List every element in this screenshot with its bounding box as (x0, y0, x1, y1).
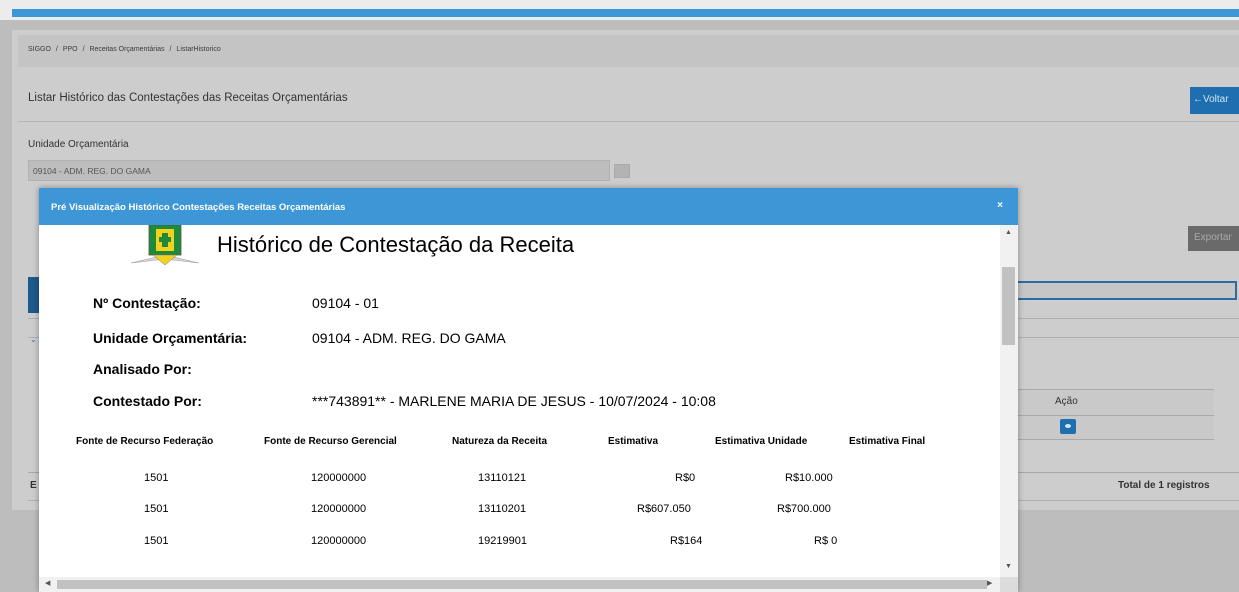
table-cell: 13110201 (478, 503, 527, 515)
scrollbar-thumb[interactable] (57, 580, 987, 589)
field-label: Unidade Orçamentária: (93, 330, 248, 346)
breadcrumb-item-siggo[interactable]: SIGGO (28, 46, 51, 53)
filter-input[interactable] (1016, 281, 1237, 300)
field-label: Analisado Por: (93, 361, 192, 377)
breadcrumb: SIGGO / PPO / Receitas Orçamentárias / L… (18, 35, 1239, 67)
back-button[interactable]: ←Voltar (1190, 87, 1239, 114)
table-header: Estimativa Unidade (715, 436, 808, 447)
document-preview: Histórico de Contestação da Receita Nº C… (39, 225, 1000, 577)
table-cell: R$ 0 (814, 535, 838, 547)
modal-title: Pré Visualização Histórico Contestações … (51, 202, 346, 213)
unidade-label: Unidade Orçamentária (28, 139, 129, 150)
divider (18, 121, 1239, 122)
unidade-clear-button[interactable] (614, 164, 630, 178)
table-cell: 19219901 (478, 535, 527, 547)
modal-header: Pré Visualização Histórico Contestações … (39, 188, 1018, 225)
breadcrumb-item-ppo[interactable]: PPO (63, 46, 78, 53)
chevron-down-icon[interactable]: ⌄ (30, 335, 37, 344)
table-header: Natureza da Receita (452, 436, 548, 447)
table-cell: 1501 (144, 503, 169, 515)
scrollbar-corner (1000, 577, 1018, 592)
field-label: Nº Contestação: (93, 295, 201, 311)
table-cell: 120000000 (311, 472, 367, 484)
table-cell: R$10.000 (785, 472, 833, 484)
grid-header (1016, 389, 1214, 416)
top-accent-bar (12, 9, 1239, 17)
table-header: Estimativa (608, 436, 659, 447)
breadcrumb-separator: / (55, 46, 58, 53)
brasilia-emblem-logo (130, 225, 200, 266)
grid-header-acao: Ação (1055, 396, 1078, 407)
scroll-left-icon[interactable]: ◀ (45, 579, 50, 587)
table-cell: 120000000 (311, 503, 367, 515)
vertical-scrollbar[interactable]: ▲ ▼ (1000, 225, 1018, 577)
eye-icon (1065, 424, 1071, 428)
breadcrumb-separator: / (82, 46, 85, 53)
horizontal-scrollbar[interactable]: ◀ ▶ (39, 577, 1000, 592)
table-cell: 13110121 (478, 472, 527, 484)
field-value: 09104 - 01 (312, 295, 379, 311)
scrollbar-thumb[interactable] (1002, 267, 1015, 345)
table-cell: R$0 (675, 472, 696, 484)
table-cell: 1501 (144, 535, 169, 547)
table-cell: R$700.000 (777, 503, 831, 515)
document-heading: Histórico de Contestação da Receita (217, 232, 575, 257)
table-cell: R$607.050 (637, 503, 691, 515)
table-header: Fonte de Recurso Federação (76, 436, 214, 447)
page-title: Listar Histórico das Contestações das Re… (28, 92, 348, 104)
export-button[interactable]: Exportar (1188, 226, 1239, 251)
field-label: Contestado Por: (93, 393, 202, 409)
table-cell: 120000000 (311, 535, 367, 547)
arrow-left-icon: ← (1193, 94, 1203, 105)
view-button[interactable] (1060, 419, 1076, 434)
table-cell: 1501 (144, 472, 169, 484)
breadcrumb-separator: / (169, 46, 172, 53)
table-row (1016, 416, 1214, 440)
field-value: 09104 - ADM. REG. DO GAMA (312, 330, 506, 346)
unidade-select[interactable]: 09104 - ADM. REG. DO GAMA (28, 160, 610, 181)
scroll-up-icon[interactable]: ▲ (1005, 229, 1012, 236)
table-header: Estimativa Final (849, 436, 926, 447)
table-header: Fonte de Recurso Gerencial (264, 436, 397, 447)
total-records: Total de 1 registros (1118, 480, 1210, 491)
field-value: ***743891** - MARLENE MARIA DE JESUS - 1… (312, 393, 716, 409)
table-cell: R$164 (670, 535, 703, 547)
grid-footer-left: E (30, 480, 37, 491)
scroll-down-icon[interactable]: ▼ (1005, 563, 1012, 570)
close-icon[interactable]: × (997, 200, 1003, 211)
breadcrumb-item-current: ListarHistorico (176, 46, 221, 53)
breadcrumb-item-receitas[interactable]: Receitas Orçamentárias (89, 46, 164, 53)
back-button-label: Voltar (1203, 94, 1229, 105)
scroll-right-icon[interactable]: ▶ (987, 579, 992, 587)
preview-modal: Pré Visualização Histórico Contestações … (39, 188, 1018, 592)
